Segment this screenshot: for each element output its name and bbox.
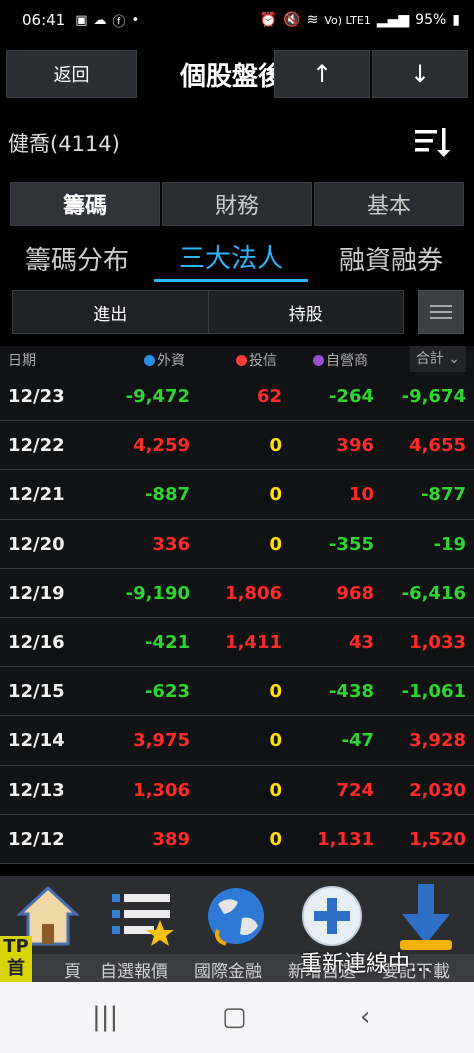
tab-chips[interactable]: 籌碼: [10, 182, 160, 226]
mute-icon: 🔇: [283, 12, 301, 28]
header-total-dropdown[interactable]: 合計 ⌄: [409, 346, 466, 372]
home-button-icon[interactable]: ▢: [222, 1002, 247, 1032]
app-header: 返回 個股盤後 ↑ ↓: [0, 40, 474, 106]
table-row[interactable]: 12/12 389 0 1,131 1,520: [0, 814, 474, 864]
header-trust: 投信: [249, 353, 277, 369]
nav-label-watchlist[interactable]: 自選報價: [100, 957, 168, 982]
table-row[interactable]: 12/19 -9,190 1,806 968 -6,416: [0, 568, 474, 618]
header-date: 日期: [8, 353, 36, 369]
watchlist-icon[interactable]: [110, 882, 174, 952]
back-button[interactable]: 返回: [6, 50, 137, 98]
main-tabs: 籌碼 財務 基本: [10, 182, 464, 226]
signal-icon: ▂▄▆: [376, 12, 410, 28]
header-total: 合計: [415, 351, 444, 367]
system-nav-bar: ||| ▢ ‹: [0, 982, 474, 1053]
cloud-icon: ☁: [93, 12, 107, 28]
toggle-holdings[interactable]: 持股: [207, 291, 404, 333]
sub-tabs: 籌碼分布 三大法人 融資融券: [0, 234, 474, 282]
dealer-dot-icon: [313, 355, 324, 366]
view-toggle-row: 進出 持股: [12, 290, 464, 334]
trust-dot-icon: [236, 355, 247, 366]
nav-label-international[interactable]: 國際金融: [194, 957, 262, 982]
previous-stock-button[interactable]: ↑: [274, 50, 370, 98]
gallery-icon: ▣: [75, 12, 88, 28]
battery-text: 95%: [415, 12, 447, 28]
tab-finance[interactable]: 財務: [162, 182, 312, 226]
table-row[interactable]: 12/20 336 0 -355 -19: [0, 519, 474, 569]
subtab-institutional[interactable]: 三大法人: [154, 234, 308, 282]
toggle-buy-sell[interactable]: 進出: [13, 291, 208, 333]
status-bar: 06:41 ▣ ☁ ⓕ • ⏰ 🔇 ≋ Vo) LTE1 ▂▄▆ 95% ▮: [0, 0, 474, 40]
stock-info-row: 健喬(4114): [0, 106, 474, 178]
sort-list-icon[interactable]: [412, 122, 452, 162]
subtab-margin[interactable]: 融資融券: [308, 234, 474, 282]
subtab-chip-distribution[interactable]: 籌碼分布: [0, 234, 154, 282]
next-stock-button[interactable]: ↓: [372, 50, 468, 98]
recent-apps-icon[interactable]: |||: [92, 1002, 118, 1032]
table-header: 日期 外資 投信 自營商 合計 ⌄: [0, 346, 474, 372]
download-icon[interactable]: [394, 882, 458, 952]
add-watchlist-icon[interactable]: [300, 882, 364, 952]
nav-label-home[interactable]: 頁: [64, 957, 81, 982]
table-row[interactable]: 12/14 3,975 0 -47 3,928: [0, 716, 474, 766]
facebook-icon: ⓕ: [112, 14, 126, 30]
view-toggle-group: 進出 持股: [12, 290, 404, 334]
dot-icon: •: [131, 12, 140, 28]
menu-icon: [430, 305, 452, 307]
status-time: 06:41: [22, 11, 66, 29]
network-label: Vo) LTE1: [324, 13, 371, 27]
foreign-dot-icon: [144, 355, 155, 366]
globe-icon[interactable]: [204, 882, 268, 952]
tp-badge[interactable]: TP 首: [0, 936, 32, 982]
table-row[interactable]: 12/16 -421 1,411 43 1,033: [0, 617, 474, 668]
battery-icon: ▮: [452, 12, 460, 28]
table-row[interactable]: 12/13 1,306 0 724 2,030: [0, 765, 474, 815]
back-icon[interactable]: ‹: [360, 1002, 370, 1032]
menu-button[interactable]: [418, 290, 464, 334]
table-row[interactable]: 12/22 4,259 0 396 4,655: [0, 421, 474, 471]
tab-basic[interactable]: 基本: [314, 182, 464, 226]
institutional-table: 12/23 -9,472 62 -264 -9,674 12/22 4,259 …: [0, 372, 474, 864]
header-dealer: 自營商: [326, 353, 368, 369]
chevron-down-icon: ⌄: [448, 351, 460, 367]
stock-name: 健喬(4114): [8, 132, 120, 156]
reconnect-toast: 重新連線中...: [300, 952, 431, 977]
alarm-icon: ⏰: [259, 12, 278, 28]
wifi-icon: ≋: [306, 12, 319, 28]
table-row[interactable]: 12/15 -623 0 -438 -1,061: [0, 667, 474, 717]
page-title: 個股盤後: [180, 62, 280, 92]
table-row[interactable]: 12/23 -9,472 62 -264 -9,674: [0, 372, 474, 422]
header-foreign: 外資: [157, 353, 185, 369]
table-row[interactable]: 12/21 -887 0 10 -877: [0, 470, 474, 520]
